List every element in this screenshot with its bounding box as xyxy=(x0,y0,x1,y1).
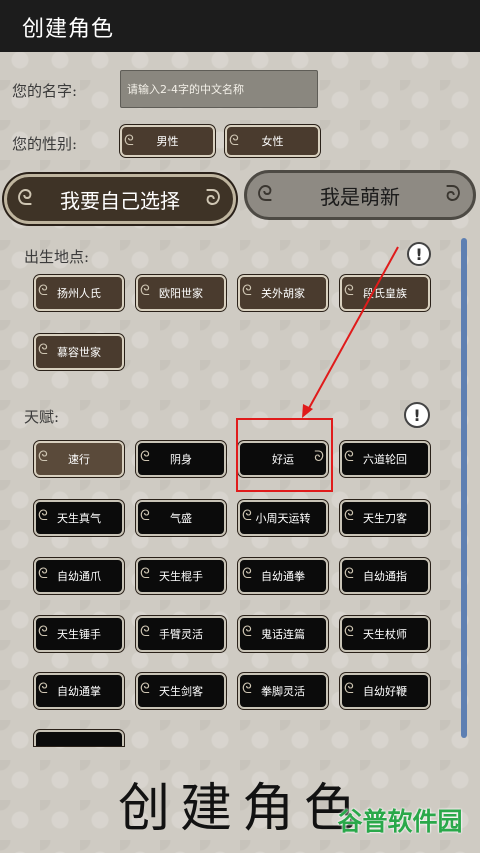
watermark: 谷普软件园 xyxy=(337,807,463,836)
brush-title: 创建角色 xyxy=(118,779,367,839)
arrow-line xyxy=(307,246,399,411)
highlight-box xyxy=(236,418,333,492)
arrow-head-icon xyxy=(302,404,313,418)
